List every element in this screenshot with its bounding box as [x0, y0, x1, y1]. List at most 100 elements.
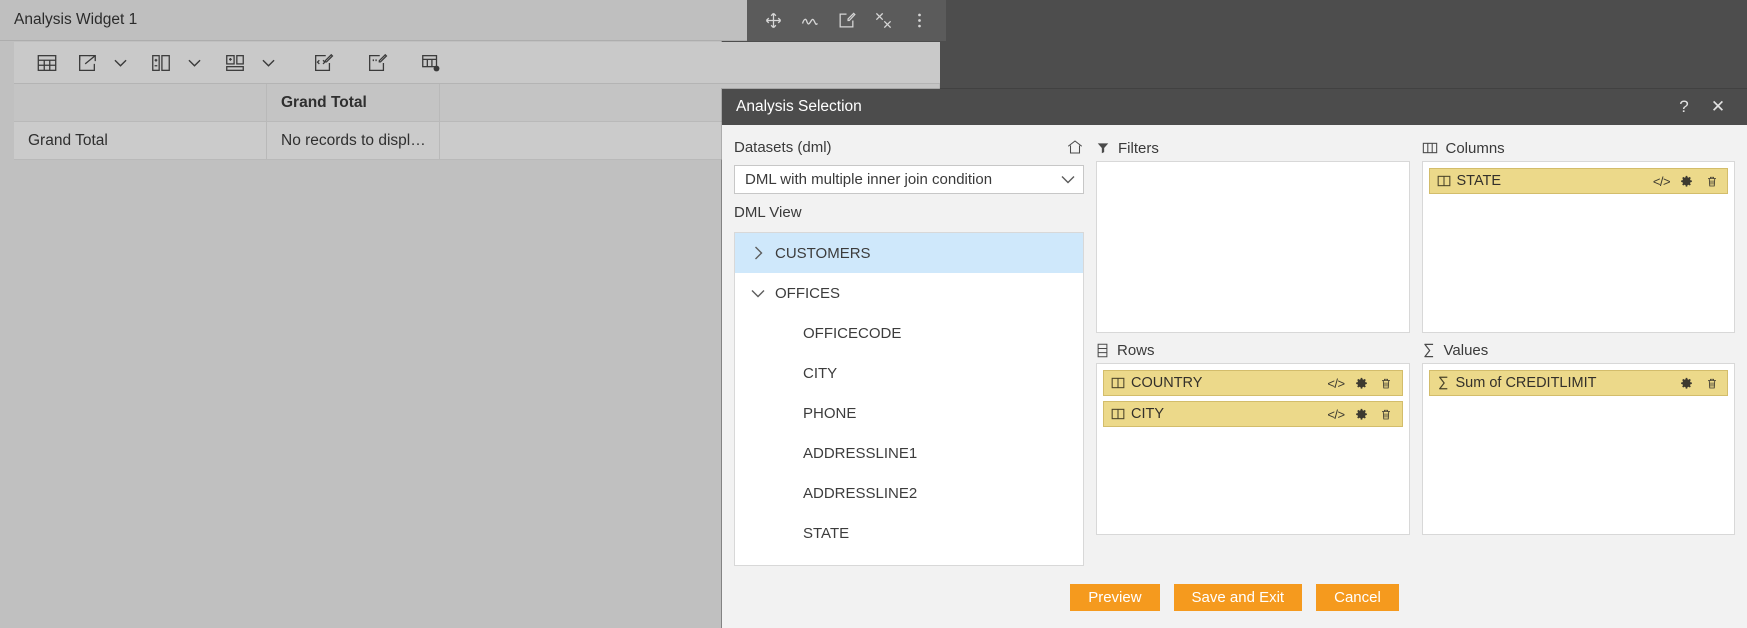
dialog-title: Analysis Selection — [736, 98, 862, 115]
zone-title: Filters — [1118, 139, 1159, 157]
column-settings-icon[interactable] — [144, 47, 178, 79]
scribble-icon[interactable] — [796, 7, 824, 35]
code-edit-icon[interactable] — [306, 47, 340, 79]
dataset-pane: Datasets (dml) DML with multiple inner j… — [734, 135, 1084, 566]
gear-icon[interactable] — [1677, 373, 1696, 393]
column-field-icon — [1111, 408, 1125, 420]
code-icon[interactable]: </> — [1327, 373, 1346, 393]
zone-title: Columns — [1445, 139, 1505, 157]
pivot-cell: No records to displ… — [267, 122, 440, 160]
widget-toolbar — [14, 42, 940, 84]
chip-country[interactable]: COUNTRY </> — [1103, 370, 1403, 396]
chip-label: Sum of CREDITLIMIT — [1455, 375, 1597, 391]
zone-title: Values — [1443, 341, 1489, 359]
chip-label: COUNTRY — [1131, 375, 1203, 391]
zone-title: Rows — [1117, 341, 1155, 359]
filter-icon — [1096, 141, 1110, 155]
chevron-right-icon[interactable] — [741, 246, 775, 260]
widget-title: Analysis Widget 1 — [14, 11, 138, 28]
dml-view-label: DML View — [734, 204, 802, 221]
tree-node-addressline2[interactable]: ADDRESSLINE2 — [735, 473, 1083, 513]
tree-node-addressline1[interactable]: ADDRESSLINE1 — [735, 433, 1083, 473]
table-icon[interactable] — [30, 47, 64, 79]
tree-node-label: CITY — [803, 364, 838, 382]
dialog-body: Datasets (dml) DML with multiple inner j… — [722, 125, 1747, 566]
trash-icon[interactable] — [1377, 404, 1396, 424]
chip-label: CITY — [1131, 406, 1165, 422]
zone-values: Values Sum of CREDITLIMIT — [1421, 337, 1736, 535]
analysis-widget: Analysis Widget 1 Grand Total Grand Tota… — [0, 0, 946, 628]
dialog-footer: Preview Save and Exit Cancel — [722, 566, 1747, 628]
layout-icon[interactable] — [218, 47, 252, 79]
chevron-down-icon[interactable] — [741, 289, 775, 298]
tree-node-label: PHONE — [803, 404, 857, 422]
trash-icon[interactable] — [1702, 373, 1721, 393]
tree-node-label: OFFICECODE — [803, 324, 902, 342]
code-icon[interactable]: </> — [1327, 404, 1346, 424]
datasets-row: Datasets (dml) — [734, 135, 1084, 159]
filters-dropzone[interactable] — [1096, 161, 1410, 333]
chevron-down-icon[interactable] — [258, 47, 278, 79]
edit-icon[interactable] — [832, 7, 860, 35]
help-icon[interactable]: ? — [1667, 92, 1701, 122]
columns-dropzone[interactable]: STATE </> — [1421, 161, 1735, 333]
tree-node-state[interactable]: STATE — [735, 513, 1083, 553]
trash-icon[interactable] — [1702, 171, 1721, 191]
dialog-titlebar: Analysis Selection ? ✕ — [722, 89, 1747, 125]
export-icon[interactable] — [70, 47, 104, 79]
pivot-header-cell — [14, 84, 267, 122]
close-icon[interactable]: ✕ — [1701, 92, 1735, 122]
tree-node-phone[interactable]: PHONE — [735, 393, 1083, 433]
rows-icon — [1096, 343, 1109, 358]
column-field-icon — [1437, 175, 1451, 187]
screen: Analysis Widget 1 Grand Total Grand Tota… — [0, 0, 1747, 628]
rows-dropzone[interactable]: COUNTRY </> CITY </> — [1096, 363, 1410, 535]
pivot-cell: Grand Total — [14, 122, 267, 160]
code-icon[interactable]: </> — [1652, 171, 1671, 191]
zone-rows: Rows COUNTRY </> CITY </> — [1096, 337, 1410, 535]
tree-node-officecode[interactable]: OFFICECODE — [735, 313, 1083, 353]
chevron-down-icon[interactable] — [184, 47, 204, 79]
pivot-header-cell: Grand Total — [267, 84, 440, 122]
zone-columns: Columns STATE </> — [1421, 135, 1736, 333]
chip-label: STATE — [1456, 173, 1502, 189]
cancel-button[interactable]: Cancel — [1316, 583, 1399, 611]
chip-city[interactable]: CITY </> — [1103, 401, 1403, 427]
tree-node-label: ADDRESSLINE2 — [803, 484, 918, 502]
zone-rows-header: Rows — [1096, 337, 1410, 363]
gear-icon[interactable] — [1677, 171, 1696, 191]
zone-columns-header: Columns — [1422, 135, 1736, 161]
grid-settings-icon[interactable] — [414, 47, 448, 79]
move-icon[interactable] — [759, 7, 787, 35]
chip-state[interactable]: STATE </> — [1428, 168, 1728, 194]
tree-node-offices[interactable]: OFFICES — [735, 273, 1083, 313]
save-and-exit-button[interactable]: Save and Exit — [1173, 583, 1303, 611]
zone-filters: Filters — [1096, 135, 1410, 333]
tree-node-label: ADDRESSLINE1 — [803, 444, 918, 462]
zone-values-header: Values — [1422, 337, 1736, 363]
home-icon[interactable] — [1066, 138, 1084, 156]
widget-header-actions — [747, 0, 946, 41]
tools-icon[interactable] — [869, 7, 897, 35]
chevron-down-icon[interactable] — [1061, 175, 1075, 184]
values-dropzone[interactable]: Sum of CREDITLIMIT — [1421, 363, 1735, 535]
sigma-icon — [1422, 343, 1436, 358]
sigma-icon — [1437, 376, 1450, 390]
tree-node-label: CUSTOMERS — [775, 244, 871, 262]
gear-icon[interactable] — [1352, 404, 1371, 424]
dataset-select-value: DML with multiple inner join condition — [745, 171, 993, 188]
preview-button[interactable]: Preview — [1070, 583, 1160, 611]
dataset-select[interactable]: DML with multiple inner join condition — [734, 165, 1084, 194]
chevron-down-icon[interactable] — [110, 47, 130, 79]
more-vertical-icon[interactable] — [906, 7, 934, 35]
chip-sum-of-creditlimit[interactable]: Sum of CREDITLIMIT — [1428, 370, 1728, 396]
gear-icon[interactable] — [1352, 373, 1371, 393]
field-tree[interactable]: CUSTOMERS OFFICES OFFICECODE CITY PHONE … — [734, 232, 1084, 566]
note-edit-icon[interactable] — [360, 47, 394, 79]
pivot-zones: Filters Columns STATE </> Rows COUNTRY <… — [1096, 135, 1735, 566]
tree-node-customers[interactable]: CUSTOMERS — [735, 233, 1083, 273]
tree-node-city[interactable]: CITY — [735, 353, 1083, 393]
column-field-icon — [1111, 377, 1125, 389]
zone-filters-header: Filters — [1096, 135, 1410, 161]
trash-icon[interactable] — [1377, 373, 1396, 393]
